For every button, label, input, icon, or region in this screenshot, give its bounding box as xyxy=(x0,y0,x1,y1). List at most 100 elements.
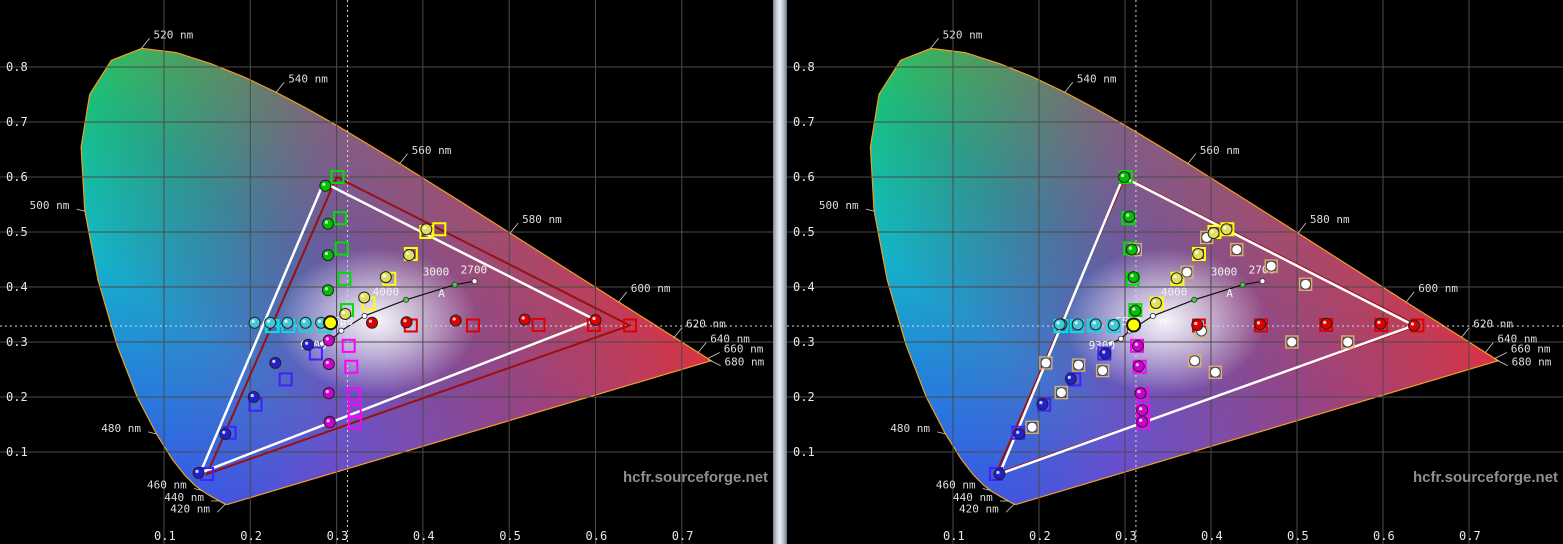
measured-point xyxy=(1170,272,1183,285)
measured-point xyxy=(247,391,260,403)
measured-point xyxy=(248,316,261,329)
measured-point xyxy=(322,334,335,347)
cct-point xyxy=(1117,335,1124,342)
wavelength-label: 460 nm xyxy=(147,479,187,492)
x-tick-label: 0.1 xyxy=(154,529,176,543)
measured-point xyxy=(1136,415,1149,428)
measured-point xyxy=(1053,318,1066,331)
x-tick-label: 0.6 xyxy=(1373,529,1395,543)
cct-label: 4000 xyxy=(373,285,400,298)
cct-point xyxy=(403,296,410,303)
measured-point xyxy=(1125,243,1138,256)
cct-point xyxy=(361,312,368,319)
measured-point xyxy=(299,316,312,329)
measured-point xyxy=(403,249,416,262)
measured-point xyxy=(589,314,602,326)
wavelength-label: 620 nm xyxy=(686,318,726,331)
y-tick-label: 0.6 xyxy=(6,170,28,184)
watermark: hcfr.sourceforge.net xyxy=(1413,469,1558,486)
measured-point xyxy=(1089,318,1102,331)
cct-point xyxy=(451,281,458,288)
y-tick-label: 0.7 xyxy=(6,115,28,129)
measured-point xyxy=(1118,171,1131,183)
measured-point xyxy=(1181,266,1193,278)
measured-point xyxy=(321,284,334,297)
x-tick-label: 0.2 xyxy=(1029,529,1051,543)
measured-point xyxy=(1131,339,1144,352)
measured-point xyxy=(321,249,334,262)
measured-point xyxy=(339,307,352,320)
measured-point xyxy=(1374,317,1387,330)
measured-point xyxy=(379,271,392,284)
measured-point xyxy=(1209,366,1221,378)
measured-point xyxy=(1036,398,1049,411)
x-tick-label: 0.3 xyxy=(327,529,349,543)
y-tick-label: 0.7 xyxy=(793,115,815,129)
cie-diagram-right: 0.1 0.2 0.3 0.4 0.5 0.6 0.7 0.1 0.2 0.3 0.4 0.5 0.6 0… xyxy=(787,0,1563,544)
wavelength-label: 480 nm xyxy=(101,422,141,435)
measured-point xyxy=(1207,227,1220,240)
measured-white-point xyxy=(1126,317,1142,333)
measured-point xyxy=(1320,317,1333,330)
measured-point xyxy=(321,217,334,230)
measured-point xyxy=(281,316,294,329)
y-tick-label: 0.6 xyxy=(793,170,815,184)
measured-white-point xyxy=(323,315,339,331)
y-tick-label: 0.8 xyxy=(6,60,28,74)
watermark: hcfr.sourceforge.net xyxy=(623,469,768,486)
y-tick-label: 0.8 xyxy=(793,60,815,74)
measured-point xyxy=(219,427,232,440)
wavelength-label: 480 nm xyxy=(890,422,930,435)
cct-point xyxy=(1149,312,1156,319)
measured-point xyxy=(1026,421,1038,433)
y-tick-label: 0.5 xyxy=(6,225,28,239)
measured-point xyxy=(1097,365,1109,377)
y-tick-label: 0.2 xyxy=(793,390,815,404)
wavelength-label: 520 nm xyxy=(943,28,983,41)
measured-point xyxy=(1064,372,1077,385)
measured-point xyxy=(1073,359,1085,371)
measured-point xyxy=(449,314,462,327)
wavelength-label: 500 nm xyxy=(819,199,859,212)
x-tick-label: 0.6 xyxy=(586,529,608,543)
measured-point xyxy=(420,223,433,236)
y-tick-label: 0.5 xyxy=(793,225,815,239)
measured-point xyxy=(302,338,315,351)
y-tick-label: 0.3 xyxy=(793,335,815,349)
wavelength-label: 660 nm xyxy=(724,343,764,356)
x-tick-label: 0.7 xyxy=(1459,529,1481,543)
measured-point xyxy=(1099,347,1112,360)
wavelength-label: 620 nm xyxy=(1473,318,1513,331)
measured-point xyxy=(365,316,378,329)
y-tick-label: 0.4 xyxy=(793,280,815,294)
cct-point xyxy=(1239,281,1246,288)
measured-point xyxy=(1191,318,1204,331)
cct-point xyxy=(1191,296,1198,303)
measured-point xyxy=(269,356,282,369)
x-tick-label: 0.4 xyxy=(413,529,435,543)
y-tick-label: 0.4 xyxy=(6,280,28,294)
x-tick-label: 0.3 xyxy=(1115,529,1137,543)
cct-label: 3000 xyxy=(423,265,450,278)
wavelength-label: 540 nm xyxy=(288,72,328,85)
wavelength-label: 520 nm xyxy=(154,28,194,41)
measured-point xyxy=(322,387,335,400)
measured-point xyxy=(1132,360,1145,373)
measured-point xyxy=(1040,357,1052,369)
x-tick-label: 0.4 xyxy=(1201,529,1223,543)
measured-point xyxy=(1013,427,1026,440)
panel-divider[interactable] xyxy=(773,0,787,544)
wavelength-label: 540 nm xyxy=(1077,72,1117,85)
cie-chart-right: 0.1 0.2 0.3 0.4 0.5 0.6 0.7 0.1 0.2 0.3 0.4 0.5 0.6 0… xyxy=(787,0,1563,544)
wavelength-label: 500 nm xyxy=(30,199,70,212)
measured-point xyxy=(993,468,1006,480)
x-tick-label: 0.1 xyxy=(943,529,965,543)
measured-point xyxy=(1220,223,1233,236)
measured-point xyxy=(1407,319,1420,332)
measured-point xyxy=(1071,318,1084,331)
x-tick-label: 0.5 xyxy=(499,529,521,543)
wavelength-label: 600 nm xyxy=(1418,282,1458,295)
measured-point xyxy=(1107,318,1120,331)
measured-point xyxy=(400,316,413,329)
wavelength-label: 600 nm xyxy=(631,282,671,295)
